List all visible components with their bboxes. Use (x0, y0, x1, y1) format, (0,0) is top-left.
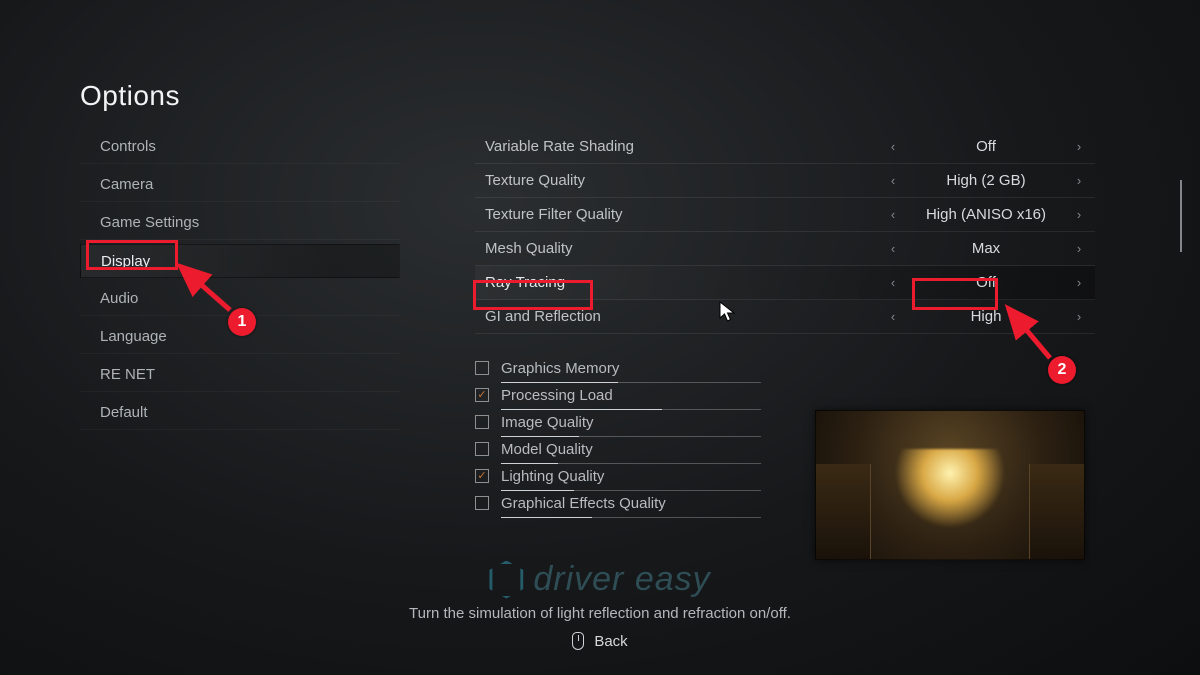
back-label: Back (594, 633, 627, 650)
checkbox-icon[interactable] (475, 442, 489, 456)
checkbox-icon[interactable] (475, 496, 489, 510)
toggle-label: Lighting Quality (501, 468, 604, 485)
option-label: Texture Filter Quality (485, 206, 735, 223)
helper-text: Turn the simulation of light reflection … (0, 605, 1200, 622)
back-button[interactable]: Back (0, 632, 1200, 650)
sidebar-item-camera[interactable]: Camera (80, 168, 400, 202)
option-label: GI and Reflection (485, 308, 735, 325)
chevron-right-icon[interactable]: › (1071, 275, 1087, 290)
chevron-right-icon[interactable]: › (1071, 309, 1087, 324)
chevron-right-icon[interactable]: › (1071, 207, 1087, 222)
checkbox-icon[interactable] (475, 361, 489, 375)
performance-toggles: Graphics Memory ✓ Processing Load Image Qua… (475, 356, 785, 515)
chevron-right-icon[interactable]: › (1071, 173, 1087, 188)
chevron-left-icon[interactable]: ‹ (885, 241, 901, 256)
toggle-row-model-quality[interactable]: Model Quality (475, 437, 785, 461)
toggle-label: Model Quality (501, 441, 593, 458)
option-row-ray-tracing[interactable]: Ray Tracing ‹Off› (475, 266, 1095, 300)
chevron-left-icon[interactable]: ‹ (885, 139, 901, 154)
sidebar-item-label: Camera (100, 176, 153, 193)
sidebar-item-label: Display (101, 253, 150, 270)
chevron-left-icon[interactable]: ‹ (885, 173, 901, 188)
toggle-label: Graphical Effects Quality (501, 495, 666, 512)
sidebar-item-language[interactable]: Language (80, 320, 400, 354)
page-title: Options (80, 80, 180, 112)
option-value: Off (901, 138, 1071, 155)
option-value: High (901, 308, 1071, 325)
toggle-label: Image Quality (501, 414, 594, 431)
sidebar-item-label: Language (100, 328, 167, 345)
toggle-row-image-quality[interactable]: Image Quality (475, 410, 785, 434)
sidebar: Controls Camera Game Settings Display Audio L… (80, 130, 400, 430)
chevron-right-icon[interactable]: › (1071, 139, 1087, 154)
sidebar-item-label: RE NET (100, 366, 155, 383)
sidebar-item-label: Audio (100, 290, 138, 307)
preview-thumbnail (815, 410, 1085, 560)
sidebar-item-label: Controls (100, 138, 156, 155)
sidebar-item-controls[interactable]: Controls (80, 130, 400, 164)
sidebar-item-default[interactable]: Default (80, 396, 400, 430)
sidebar-item-display[interactable]: Display (80, 244, 400, 278)
mouse-icon (572, 632, 584, 650)
toggle-row-graphics-memory[interactable]: Graphics Memory (475, 356, 785, 380)
option-row-gi-and-reflection[interactable]: GI and Reflection ‹High› (475, 300, 1095, 334)
option-value: Off (901, 274, 1071, 291)
option-row-texture-quality[interactable]: Texture Quality ‹High (2 GB)› (475, 164, 1095, 198)
checkbox-checked-icon[interactable]: ✓ (475, 469, 489, 483)
checkbox-icon[interactable] (475, 415, 489, 429)
sidebar-item-label: Default (100, 404, 148, 421)
toggle-row-lighting-quality[interactable]: ✓ Lighting Quality (475, 464, 785, 488)
toggle-bar (501, 517, 761, 518)
chevron-left-icon[interactable]: ‹ (885, 309, 901, 324)
toggle-row-graphical-effects-quality[interactable]: Graphical Effects Quality (475, 491, 785, 515)
chevron-right-icon[interactable]: › (1071, 241, 1087, 256)
option-value: High (ANISO x16) (901, 206, 1071, 223)
option-label: Variable Rate Shading (485, 138, 735, 155)
chevron-left-icon[interactable]: ‹ (885, 275, 901, 290)
option-value: High (2 GB) (901, 172, 1071, 189)
option-row-mesh-quality[interactable]: Mesh Quality ‹Max› (475, 232, 1095, 266)
option-row-texture-filter-quality[interactable]: Texture Filter Quality ‹High (ANISO x16)› (475, 198, 1095, 232)
toggle-label: Processing Load (501, 387, 613, 404)
sidebar-item-game-settings[interactable]: Game Settings (80, 206, 400, 240)
toggle-label: Graphics Memory (501, 360, 619, 377)
option-value: Max (901, 240, 1071, 257)
watermark: driver easy (489, 560, 710, 599)
option-row-variable-rate-shading[interactable]: Variable Rate Shading ‹Off› (475, 130, 1095, 164)
checkbox-checked-icon[interactable]: ✓ (475, 388, 489, 402)
sidebar-item-audio[interactable]: Audio (80, 282, 400, 316)
sidebar-item-re-net[interactable]: RE NET (80, 358, 400, 392)
option-label: Texture Quality (485, 172, 735, 189)
chevron-left-icon[interactable]: ‹ (885, 207, 901, 222)
sidebar-item-label: Game Settings (100, 214, 199, 231)
scrollbar-indicator[interactable] (1180, 180, 1182, 252)
option-label: Mesh Quality (485, 240, 735, 257)
option-label: Ray Tracing (485, 274, 735, 291)
toggle-row-processing-load[interactable]: ✓ Processing Load (475, 383, 785, 407)
watermark-text: driver easy (533, 560, 710, 599)
